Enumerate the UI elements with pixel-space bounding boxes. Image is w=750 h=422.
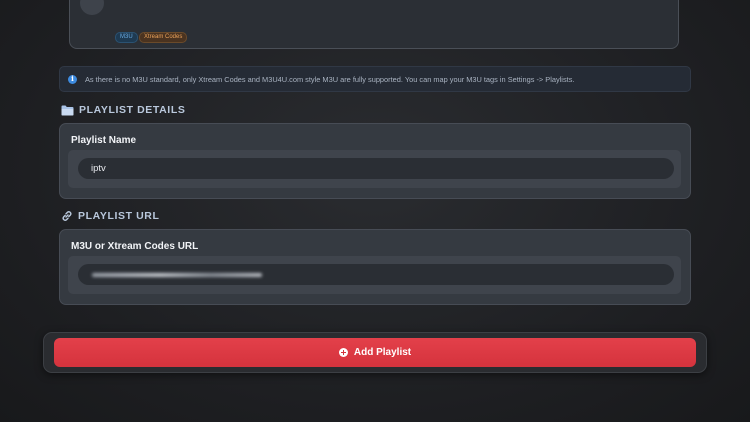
redacted-url	[92, 273, 262, 277]
plus-circle-icon	[338, 348, 348, 357]
section-header-playlist-details: PLAYLIST DETAILS	[61, 104, 185, 116]
playlist-name-label: Playlist Name	[71, 135, 137, 146]
playlist-name-card: Playlist Name iptv	[59, 123, 691, 199]
add-playlist-button[interactable]: Add Playlist	[54, 338, 696, 367]
playlist-name-input[interactable]: iptv	[78, 158, 674, 179]
info-icon	[68, 74, 77, 84]
playlist-url-field-wrap	[68, 256, 681, 294]
section-title-details: PLAYLIST DETAILS	[79, 104, 186, 116]
folder-icon	[61, 105, 74, 116]
m3u-badge: M3U	[115, 32, 138, 43]
add-playlist-label: Add Playlist	[353, 347, 412, 358]
playlist-url-card: M3U or Xtream Codes URL	[59, 229, 691, 305]
playlist-type-icon	[80, 0, 104, 15]
playlist-url-label: M3U or Xtream Codes URL	[71, 241, 199, 252]
section-title-url: PLAYLIST URL	[78, 210, 160, 222]
playlist-name-field-wrap: iptv	[68, 150, 681, 188]
xtream-codes-badge: Xtream Codes	[139, 32, 188, 43]
info-text: As there is no M3U standard, only Xtream…	[85, 74, 575, 84]
playlist-type-card[interactable]: M3U Xtream Codes	[69, 0, 679, 49]
playlist-url-input[interactable]	[78, 264, 674, 285]
info-banner: As there is no M3U standard, only Xtream…	[59, 66, 691, 92]
section-header-playlist-url: PLAYLIST URL	[61, 210, 159, 222]
action-bar: Add Playlist	[43, 332, 707, 373]
playlist-form-page: M3U Xtream Codes As there is no M3U stan…	[0, 0, 750, 422]
link-icon	[61, 210, 73, 222]
